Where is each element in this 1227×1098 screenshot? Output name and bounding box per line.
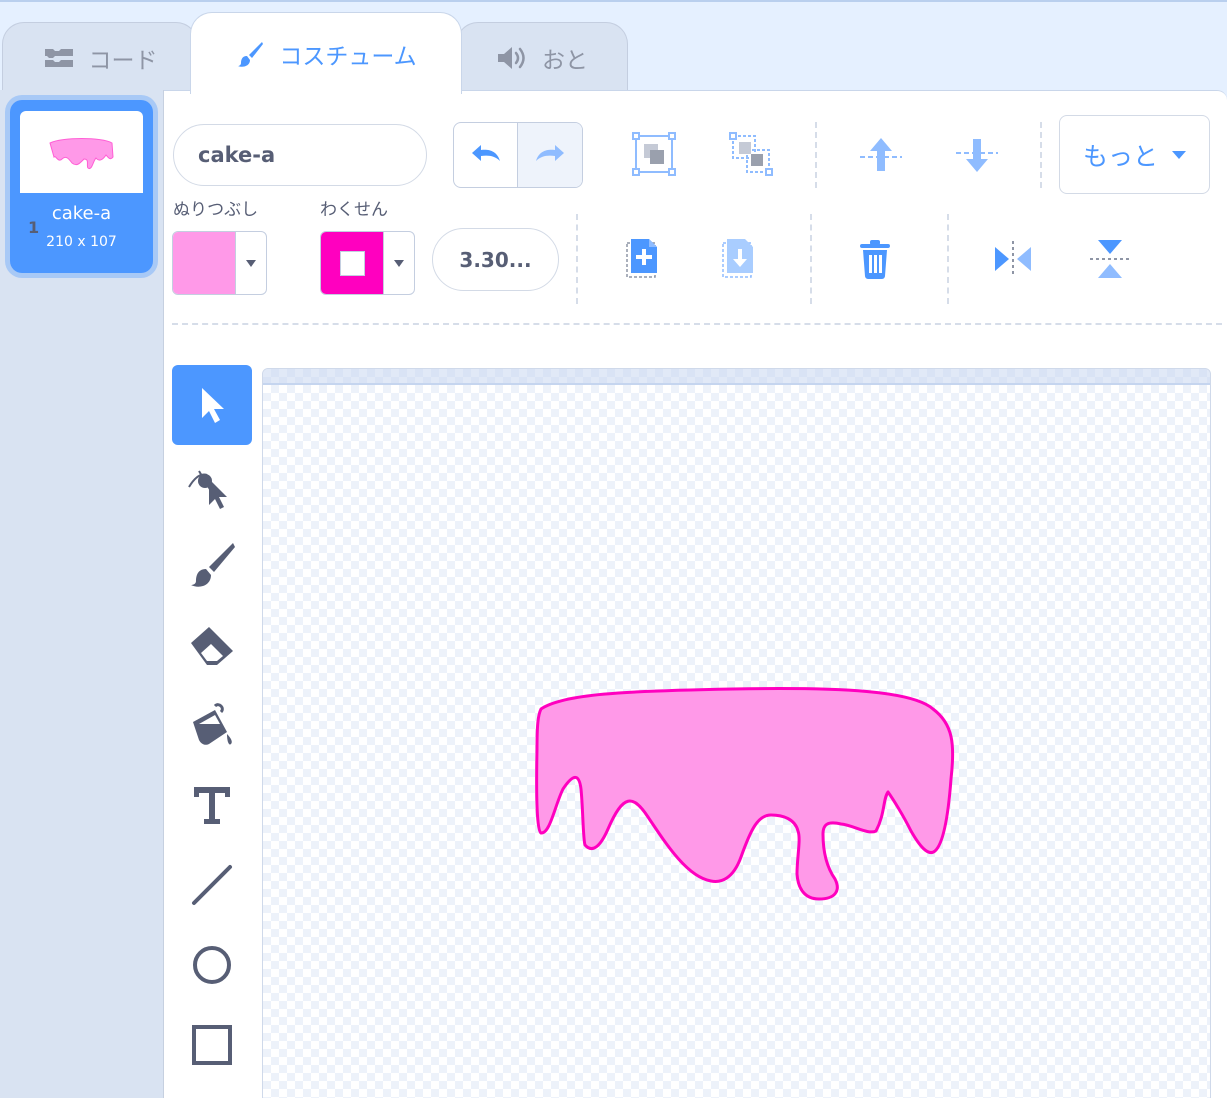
undo-redo-group — [453, 122, 583, 188]
arrow-down-icon — [956, 139, 998, 172]
delete-button[interactable] — [854, 236, 896, 282]
line-tool-icon — [192, 865, 232, 905]
flip-vertical-button[interactable] — [1087, 238, 1133, 280]
fill-label: ぬりつぶし — [173, 200, 259, 220]
code-blocks-icon — [43, 46, 75, 70]
toolbar-separator — [576, 214, 578, 304]
text-tool-icon — [194, 787, 230, 824]
paste-icon — [722, 239, 753, 278]
eraser-icon — [191, 627, 233, 665]
flip-horizontal-button[interactable] — [990, 238, 1036, 280]
window-top-border — [0, 0, 1227, 2]
rectangle-tool-icon — [192, 1025, 232, 1065]
forward-button[interactable] — [858, 134, 904, 176]
tab-code-label: コード — [88, 47, 158, 74]
arrow-up-icon — [860, 138, 902, 171]
cake-icing-shape — [535, 687, 955, 901]
flip-horizontal-icon — [995, 241, 1031, 277]
fill-color-swatch — [173, 232, 236, 294]
fill-color-picker[interactable] — [172, 231, 267, 295]
costume-thumbnail — [20, 111, 143, 193]
toolbar-divider — [172, 323, 1222, 325]
costume-item[interactable]: 1 cake-a 210 x 107 — [10, 100, 153, 273]
tool-select[interactable] — [172, 365, 252, 445]
toolbar-separator — [810, 214, 812, 304]
tool-rectangle[interactable] — [172, 1005, 252, 1085]
brush-icon — [235, 39, 265, 69]
undo-icon — [471, 145, 500, 161]
flip-vertical-icon — [1090, 240, 1130, 278]
group-icon — [632, 132, 676, 176]
group-button[interactable] — [632, 131, 676, 177]
chevron-down-icon — [384, 232, 414, 294]
tab-costume-label: コスチューム — [279, 43, 417, 70]
copy-button[interactable] — [622, 236, 664, 282]
redo-button[interactable] — [518, 123, 582, 187]
chevron-down-icon — [1172, 150, 1186, 159]
tab-costume[interactable]: コスチューム — [190, 12, 462, 94]
speaker-icon — [496, 45, 528, 71]
backward-button[interactable] — [954, 134, 1000, 176]
outline-color-swatch — [321, 232, 384, 294]
toolbar-separator — [815, 122, 817, 188]
copy-icon — [626, 239, 657, 278]
paint-bucket-icon — [193, 703, 232, 745]
costume-name-input[interactable] — [173, 124, 427, 186]
tool-brush[interactable] — [172, 525, 252, 605]
select-arrow-icon — [202, 388, 224, 423]
costume-number: 1 — [28, 218, 40, 237]
toolbar-separator — [1040, 122, 1042, 188]
tool-fill[interactable] — [172, 685, 252, 765]
ungroup-button[interactable] — [729, 131, 773, 177]
redo-icon — [536, 145, 564, 161]
brush-icon — [191, 543, 235, 587]
outline-label: わくせん — [320, 200, 388, 220]
tool-text[interactable] — [172, 765, 252, 845]
more-button-label: もっと — [1082, 141, 1158, 171]
more-button[interactable]: もっと — [1059, 115, 1210, 194]
tab-code[interactable]: コード — [2, 22, 198, 92]
undo-button[interactable] — [454, 123, 518, 187]
chevron-down-icon — [236, 232, 266, 294]
outline-width-input[interactable] — [432, 228, 559, 291]
tool-eraser[interactable] — [172, 605, 252, 685]
tab-sound[interactable]: おと — [456, 22, 628, 92]
tool-reshape[interactable] — [172, 445, 252, 525]
paste-button[interactable] — [718, 236, 760, 282]
outline-color-picker[interactable] — [320, 231, 415, 295]
toolbar-separator — [947, 214, 949, 304]
ungroup-icon — [729, 132, 773, 176]
tool-line[interactable] — [172, 845, 252, 925]
reshape-icon — [188, 470, 227, 509]
trash-icon — [860, 240, 890, 279]
tab-sound-label: おと — [542, 47, 588, 74]
paint-canvas[interactable] — [262, 368, 1211, 1098]
circle-tool-icon — [193, 946, 231, 984]
tool-circle[interactable] — [172, 925, 252, 1005]
